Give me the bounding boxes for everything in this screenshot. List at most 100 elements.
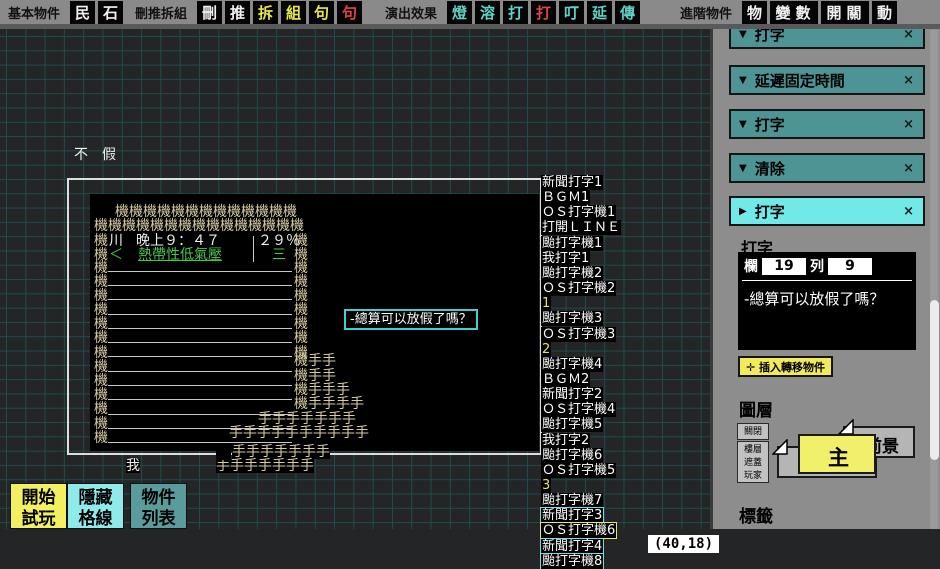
event-panel-清除[interactable]: ▼清除× [729,153,925,183]
start-playtest-button[interactable]: 開始 試玩 [10,483,67,529]
object-list-item[interactable]: 颱打字機4 [541,357,603,372]
art-blind-line [108,442,292,443]
close-icon[interactable]: × [903,117,914,132]
art-blind-line [108,328,292,329]
art-row: 機手手手手 [294,397,364,411]
hide-grid-button[interactable]: 隱藏 格線 [67,483,124,529]
chevron-right-icon[interactable]: ▶ [739,206,747,217]
tool-button-打[interactable]: 打 [531,1,556,24]
typing-message-box[interactable]: -總算可以放假了嗎？ [344,309,478,330]
object-list-item[interactable]: 颱打字機6 [541,448,603,463]
chevron-down-icon[interactable]: ▼ [739,29,747,40]
sidebar-scrollbar-thumb[interactable] [930,300,939,460]
tool-button-民[interactable]: 民 [70,1,95,24]
object-list-item[interactable]: 新聞打字4 [541,539,603,554]
close-icon[interactable]: × [903,161,914,176]
art-row: 機機機機機機機機機機機機機 [115,205,297,219]
art-row: 機機機機機機機機機機機機機機機 [94,219,304,233]
tool-button-動[interactable]: 動 [872,1,897,24]
insert-transfer-object-button[interactable]: ✛ 插入轉移物件 [738,356,833,377]
object-list-item[interactable]: 颱打字機8 [541,554,603,569]
object-list-item[interactable]: 颱打字機2 [541,266,603,281]
tool-button-石[interactable]: 石 [98,1,123,24]
art-row: 機 [94,431,108,445]
object-list-item[interactable]: 我打字2 [541,433,590,448]
column-input[interactable]: 19 [762,258,806,275]
tool-button-變數[interactable]: 變數 [770,1,818,24]
tool-button-組[interactable]: 組 [281,1,306,24]
close-icon[interactable]: × [903,73,914,88]
art-row: 三 [272,248,286,262]
object-list-item[interactable]: 颱打字機1 [541,236,603,251]
object-list-item[interactable]: ＢＧＭ1 [541,190,590,205]
art-row: 機 [294,234,308,248]
object-list-item[interactable]: ＯＳ打字機5 [541,463,616,478]
tool-button-傳[interactable]: 傳 [615,1,640,24]
object-list-item[interactable]: 颱打字機3 [541,311,603,326]
toolbar-group-label: 刪推拆組 [135,3,187,22]
typing-editor-box: 欄 19 列 9 -總算可以放假了嗎？ [738,252,916,350]
tool-button-刪[interactable]: 刪 [197,1,222,24]
panel-label: 延遲固定時間 [755,70,845,91]
event-panel-延遲固定時間[interactable]: ▼ 延遲固定時間 × [729,65,925,95]
art-row: 機 [294,317,308,331]
art-row: 機 [94,402,108,416]
tool-button-叮[interactable]: 叮 [559,1,584,24]
object-list-item[interactable]: 新聞打字3 [541,508,603,523]
row-input[interactable]: 9 [828,258,872,275]
layer-close-button[interactable]: 關閉 [737,423,769,440]
canvas-floating-text: 不 假 [74,148,116,162]
object-list-item[interactable]: 3 [541,478,551,493]
layer-card-main[interactable]: 主 [798,434,876,474]
tool-button-物[interactable]: 物 [742,1,767,24]
player-character[interactable]: 我 [126,459,140,473]
object-list-item[interactable]: ＢＧＭ2 [541,372,590,387]
art-row: 機 [94,417,108,431]
tool-button-句[interactable]: 句 [309,1,334,24]
object-list-item[interactable]: ＯＳ打字機2 [541,281,616,296]
tool-button-開關[interactable]: 開關 [821,1,869,24]
cursor-cell[interactable] [216,445,231,460]
object-list-item[interactable]: 颱打字機5 [541,417,603,432]
object-list-item[interactable]: ＯＳ打字機6 [541,523,616,538]
event-panel-打字[interactable]: ▼打字× [729,109,925,139]
object-list-item[interactable]: 打開ＬＩＮＥ [541,220,621,235]
object-list-item[interactable]: 新聞打字1 [541,175,603,190]
tool-button-句[interactable]: 句 [337,1,362,24]
typing-text-value[interactable]: -總算可以放假了嗎？ [744,288,910,309]
object-list-item[interactable]: 2 [541,342,551,357]
tool-button-推[interactable]: 推 [225,1,250,24]
object-list-item[interactable]: 我打字1 [541,251,590,266]
close-icon[interactable]: × [903,204,914,219]
object-list-item[interactable]: ＯＳ打字機3 [541,327,616,342]
editor-canvas[interactable]: 不 假 機機機機機機機機機機機機機機機機機機機機機機機機機機機機機川晚上９：４７… [0,28,710,529]
tool-button-溶[interactable]: 溶 [475,1,500,24]
object-list-item[interactable]: 颱打字機7 [541,493,603,508]
object-list-item[interactable]: ＯＳ打字機4 [541,402,616,417]
toolbar-group-1: 刪推拆組刪推拆組句句 [135,0,365,24]
object-list-button[interactable]: 物件 列表 [130,483,187,529]
object-list-item[interactable]: 新聞打字2 [541,387,603,402]
toolbar-group-0: 基本物件民石 [8,0,126,24]
art-row: 機手手手 [294,383,350,397]
event-panel-打字[interactable]: ▶打字× [729,196,925,226]
object-list-item[interactable]: ＯＳ打字機1 [541,205,616,220]
art-row: 機 [294,261,308,275]
editor-separator [742,280,912,281]
tool-button-打[interactable]: 打 [503,1,528,24]
art-blind-line [108,299,292,300]
chevron-down-icon[interactable]: ▼ [739,163,747,174]
chevron-down-icon[interactable]: ▼ [739,119,747,130]
chevron-down-icon[interactable]: ▼ [739,75,747,86]
object-list-item[interactable]: 1 [541,296,551,311]
tool-button-延[interactable]: 延 [587,1,612,24]
art-row: 機 [94,374,108,388]
tool-button-拆[interactable]: 拆 [253,1,278,24]
art-row: 機 [94,388,108,402]
layer-cover-player-button[interactable]: 樓層 遮蓋 玩家 [737,441,769,483]
tool-button-燈[interactable]: 燈 [447,1,472,24]
art-blind-line [108,271,292,272]
art-blind-line [108,414,292,415]
art-row: 機手手 [294,354,336,368]
art-row: 機 [94,303,108,317]
